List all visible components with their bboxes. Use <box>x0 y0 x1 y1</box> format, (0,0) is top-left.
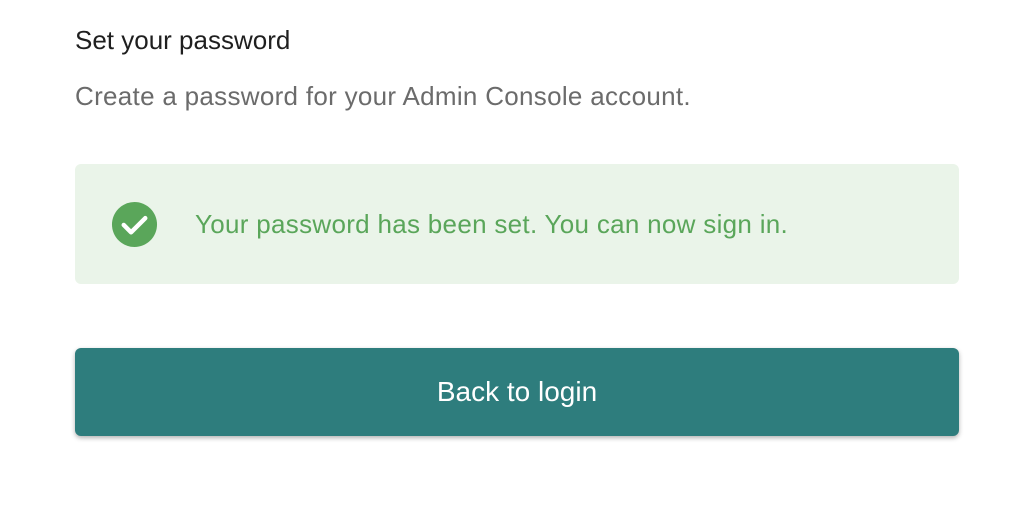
page-title: Set your password <box>75 25 291 55</box>
page-subtitle: Create a password for your Admin Console… <box>75 81 691 111</box>
back-to-login-button[interactable]: Back to login <box>75 348 959 436</box>
success-alert: Your password has been set. You can now … <box>75 164 959 284</box>
check-circle-icon <box>111 201 158 248</box>
password-set-page: Set your password Create a password for … <box>75 0 959 524</box>
success-message: Your password has been set. You can now … <box>195 209 789 239</box>
